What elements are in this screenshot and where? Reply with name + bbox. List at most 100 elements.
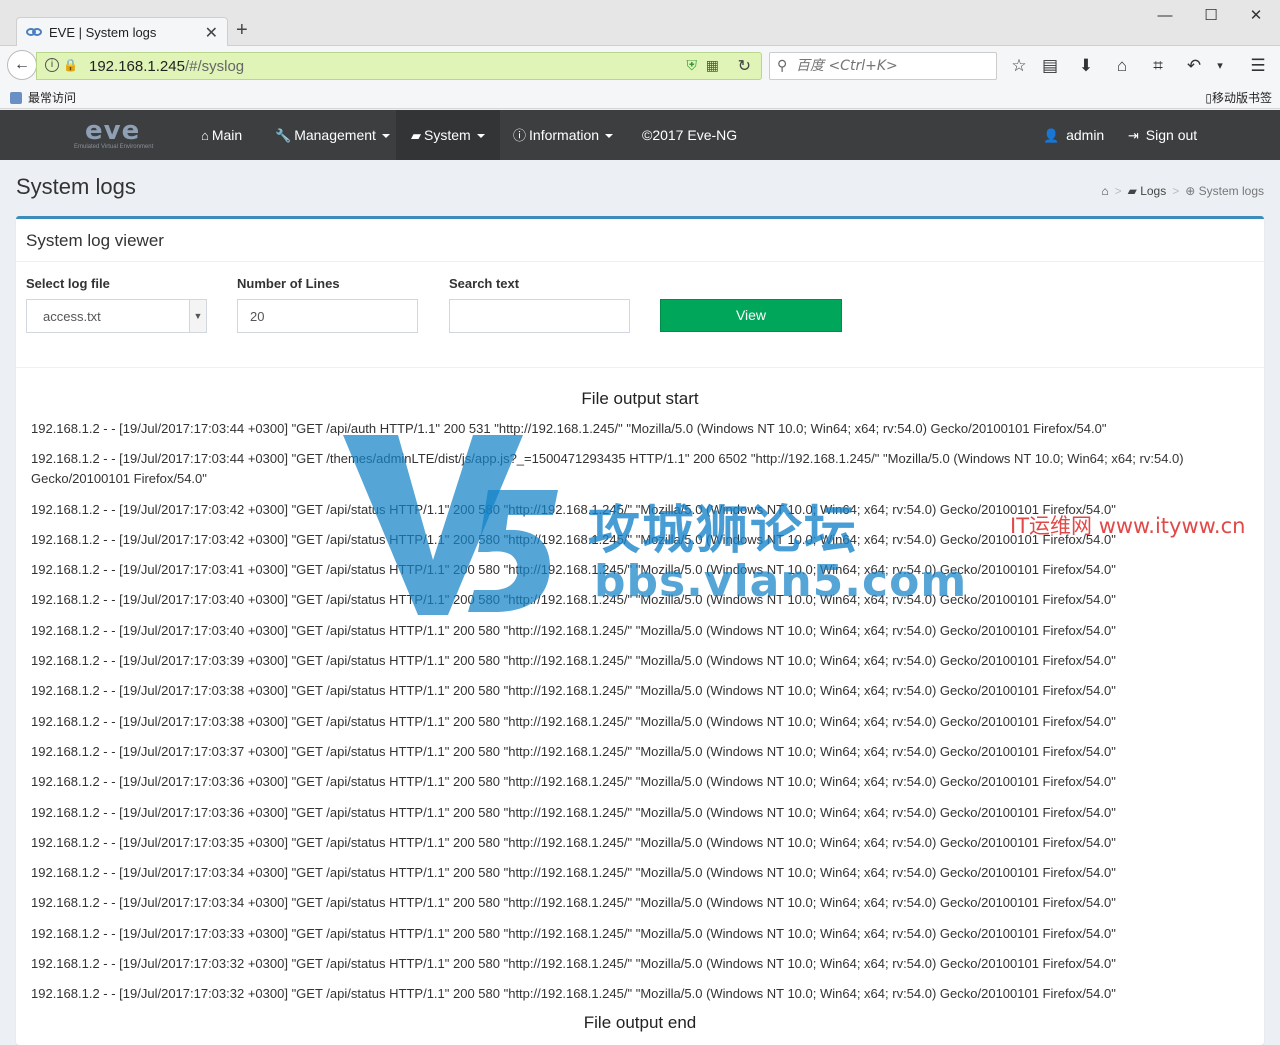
view-button[interactable]: View xyxy=(660,299,842,332)
log-line: 192.168.1.2 - - [19/Jul/2017:17:03:32 +0… xyxy=(31,986,1116,1002)
chevron-down-icon[interactable]: ▼ xyxy=(189,300,206,332)
bookmark-bar: 最常访问 ▯移动版书签 xyxy=(0,86,1280,109)
log-line: 192.168.1.2 - - [19/Jul/2017:17:03:32 +0… xyxy=(31,956,1116,972)
nav-signout-label: Sign out xyxy=(1145,127,1198,143)
shield-icon[interactable]: ⛨ xyxy=(687,57,698,74)
caret-down-icon xyxy=(605,134,614,139)
log-line: 192.168.1.2 - - [19/Jul/2017:17:03:40 +0… xyxy=(31,622,1116,638)
insecure-lock-icon[interactable]: 🔒 xyxy=(63,58,78,72)
logo-text: eve xyxy=(85,116,141,146)
info-icon[interactable]: i xyxy=(45,58,59,72)
eve-favicon-icon xyxy=(26,28,42,36)
back-arrow-icon[interactable]: ← xyxy=(7,50,37,80)
bookmark-folder-icon xyxy=(10,92,22,104)
sign-out-icon: ⇥ xyxy=(1128,128,1139,143)
breadcrumb-home-icon[interactable]: ⌂ xyxy=(1101,184,1108,198)
box-title: System log viewer xyxy=(26,231,164,250)
log-line: 192.168.1.2 - - [19/Jul/2017:17:03:36 +0… xyxy=(31,774,1116,790)
tab-title: EVE | System logs xyxy=(49,25,157,40)
home-icon: ⌂ xyxy=(201,128,209,143)
qr-code-icon[interactable]: ▦ xyxy=(706,57,719,74)
nav-information[interactable]: ⓘ Information xyxy=(513,110,614,160)
form-divider xyxy=(16,367,1264,368)
bookmark-most-visited[interactable]: 最常访问 xyxy=(10,89,76,106)
url-path: /#/syslog xyxy=(184,58,245,75)
nav-management[interactable]: 🔧 Management xyxy=(275,110,390,160)
window-close-icon[interactable]: ✕ xyxy=(1241,4,1271,28)
log-line: 192.168.1.2 - - [19/Jul/2017:17:03:42 +0… xyxy=(31,531,1116,547)
breadcrumb: ⌂ > ▰ Logs > ⊕ System logs xyxy=(1101,184,1264,198)
number-of-lines-input[interactable] xyxy=(237,299,418,333)
browser-tab[interactable]: EVE | System logs ✕ xyxy=(16,17,228,47)
log-line: 192.168.1.2 - - [19/Jul/2017:17:03:38 +0… xyxy=(31,683,1116,699)
tab-close-icon[interactable]: ✕ xyxy=(205,23,218,43)
log-line: 192.168.1.2 - - [19/Jul/2017:17:03:39 +0… xyxy=(31,653,1116,669)
bookmark-mobile[interactable]: ▯移动版书签 xyxy=(1205,89,1272,106)
search-bar[interactable]: ⚲ xyxy=(769,52,997,80)
undo-icon[interactable]: ↶ xyxy=(1182,54,1206,78)
url-host: 192.168.1.245 xyxy=(89,58,185,75)
log-line: 192.168.1.2 - - [19/Jul/2017:17:03:44 +0… xyxy=(31,451,1184,487)
caret-down-icon xyxy=(381,134,390,139)
caret-down-icon xyxy=(476,134,485,139)
search-icon: ⚲ xyxy=(777,57,788,73)
search-input[interactable] xyxy=(796,53,992,79)
log-file-select[interactable]: access.txt ▼ xyxy=(26,299,207,333)
globe-icon: ⊕ xyxy=(1185,184,1199,198)
log-line: 192.168.1.2 - - [19/Jul/2017:17:03:34 +0… xyxy=(31,895,1116,911)
nav-main[interactable]: ⌂ Main xyxy=(200,110,243,160)
breadcrumb-logs[interactable]: ▰ Logs xyxy=(1128,184,1167,198)
output-end-label: File output end xyxy=(583,1013,697,1032)
log-line: 192.168.1.2 - - [19/Jul/2017:17:03:35 +0… xyxy=(31,834,1116,850)
nav-copyright[interactable]: ©2017 Eve-NG xyxy=(642,110,737,160)
maximize-icon[interactable]: ☐ xyxy=(1196,4,1226,28)
breadcrumb-logs-label: Logs xyxy=(1140,184,1167,198)
screenshot-crop-icon[interactable]: ⌗ xyxy=(1146,54,1170,78)
log-line: 192.168.1.2 - - [19/Jul/2017:17:03:44 +0… xyxy=(31,421,1107,436)
breadcrumb-separator: > xyxy=(1114,184,1122,198)
log-line: 192.168.1.2 - - [19/Jul/2017:17:03:37 +0… xyxy=(31,743,1116,759)
eve-logo[interactable]: eve Emulated Virtual Environment xyxy=(70,116,170,156)
bookmark-star-icon[interactable]: ☆ xyxy=(1007,54,1031,78)
reading-list-icon[interactable]: ▤ xyxy=(1038,54,1062,78)
log-file-select-value: access.txt xyxy=(43,309,101,324)
nav-system-label: System xyxy=(424,127,471,143)
mobile-icon: ▯ xyxy=(1205,91,1212,105)
chevron-down-icon[interactable]: ▾ xyxy=(1208,54,1232,78)
log-output: 192.168.1.2 - - [19/Jul/2017:17:03:44 +0… xyxy=(31,419,1191,1015)
breadcrumb-current-label: System logs xyxy=(1198,184,1264,198)
app-header: eve Emulated Virtual Environment ⌂ Main 🔧… xyxy=(0,110,1280,160)
new-tab-icon[interactable]: + xyxy=(236,19,248,42)
reload-icon[interactable]: ↻ xyxy=(738,56,751,76)
number-of-lines-label: Number of Lines xyxy=(237,276,340,291)
box-divider xyxy=(16,261,1264,262)
wrench-icon: 🔧 xyxy=(275,128,292,143)
nav-user[interactable]: 👤 admin xyxy=(1043,110,1104,160)
select-log-label: Select log file xyxy=(26,276,110,291)
nav-information-label: Information xyxy=(529,127,600,143)
search-text-label: Search text xyxy=(449,276,520,291)
log-line: 192.168.1.2 - - [19/Jul/2017:17:03:34 +0… xyxy=(31,865,1116,881)
browser-toolbar: ← i 🔒 192.168.1.245/#/syslog ⛨ ▦ ↻ ⚲ ☆ ▤… xyxy=(0,46,1280,86)
nav-signout[interactable]: ⇥ Sign out xyxy=(1128,110,1197,160)
info-circle-icon: ⓘ xyxy=(513,128,527,143)
logo-subtitle: Emulated Virtual Environment xyxy=(74,144,154,150)
breadcrumb-separator: > xyxy=(1172,184,1180,198)
log-line: 192.168.1.2 - - [19/Jul/2017:17:03:41 +0… xyxy=(31,562,1116,578)
nav-system[interactable]: ▰ System xyxy=(396,110,500,160)
bookmark-most-visited-label: 最常访问 xyxy=(28,91,77,105)
address-bar[interactable]: i 🔒 192.168.1.245/#/syslog ⛨ ▦ ↻ xyxy=(36,52,762,80)
home-icon[interactable]: ⌂ xyxy=(1110,54,1134,78)
log-line: 192.168.1.2 - - [19/Jul/2017:17:03:33 +0… xyxy=(31,925,1116,941)
output-start-label: File output start xyxy=(581,389,699,408)
url-text[interactable]: 192.168.1.245/#/syslog xyxy=(89,58,244,75)
book-icon: ▰ xyxy=(411,128,421,143)
search-text-input[interactable] xyxy=(449,299,630,333)
log-line: 192.168.1.2 - - [19/Jul/2017:17:03:36 +0… xyxy=(31,804,1116,820)
nav-main-label: Main xyxy=(211,127,243,143)
minimize-icon[interactable]: — xyxy=(1150,4,1180,28)
hamburger-menu-icon[interactable]: ☰ xyxy=(1246,54,1270,78)
user-icon: 👤 xyxy=(1043,128,1060,143)
log-line: 192.168.1.2 - - [19/Jul/2017:17:03:40 +0… xyxy=(31,592,1116,608)
download-icon[interactable]: ⬇ xyxy=(1074,54,1098,78)
